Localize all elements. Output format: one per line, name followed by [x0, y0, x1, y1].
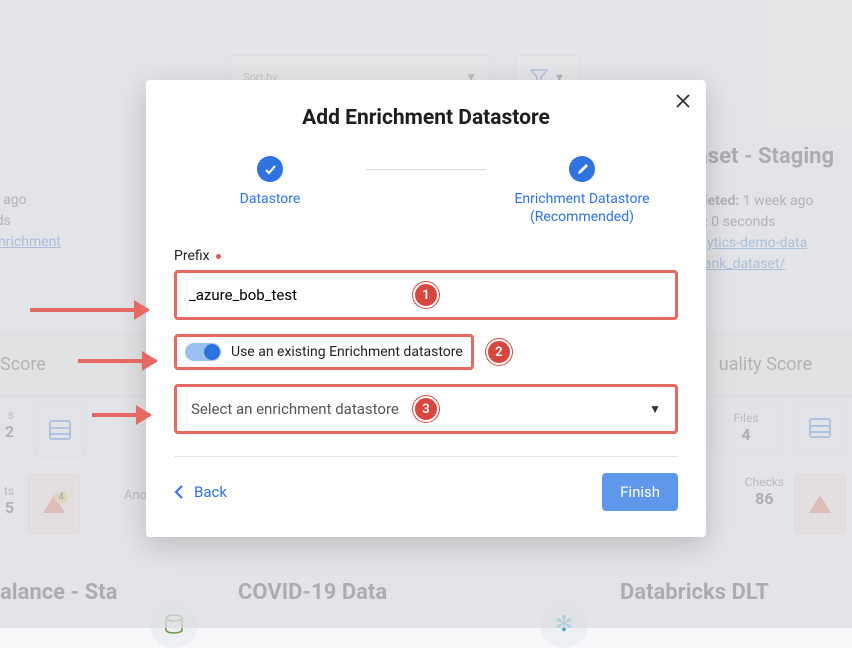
- modal-footer: Back Finish: [174, 473, 678, 511]
- check-icon: [257, 156, 283, 182]
- add-enrichment-datastore-modal: Add Enrichment Datastore Datastore Enric…: [146, 80, 706, 537]
- toggle-label: Use an existing Enrichment datastore: [231, 344, 463, 360]
- prefix-label: Prefix: [174, 248, 678, 264]
- existing-enrichment-toggle[interactable]: [185, 343, 221, 361]
- select-highlight: Select an enrichment datastore ▼ 3: [174, 384, 678, 434]
- annotation-arrow: [78, 359, 156, 363]
- back-button[interactable]: Back: [174, 483, 227, 501]
- step-connector: [366, 169, 486, 170]
- step-datastore[interactable]: Datastore: [174, 156, 366, 208]
- annotation-badge: 1: [413, 282, 439, 308]
- close-button[interactable]: [676, 92, 690, 113]
- divider: [174, 456, 678, 457]
- prefix-field-highlight: 1: [174, 270, 678, 320]
- toggle-knob: [204, 344, 220, 360]
- annotation-badge: 3: [413, 396, 439, 422]
- modal-title: Add Enrichment Datastore: [174, 106, 678, 130]
- annotation-arrow: [92, 413, 150, 417]
- annotation-badge: 2: [486, 339, 512, 365]
- required-indicator: [216, 254, 221, 259]
- step-enrichment-datastore[interactable]: Enrichment Datastore (Recommended): [486, 156, 678, 226]
- close-icon: [676, 94, 690, 108]
- select-placeholder: Select an enrichment datastore: [191, 400, 399, 418]
- annotation-arrow: [30, 308, 148, 312]
- chevron-down-icon: ▼: [649, 402, 661, 416]
- edit-icon: [569, 156, 595, 182]
- finish-button[interactable]: Finish: [602, 473, 678, 511]
- chevron-left-icon: [174, 485, 184, 499]
- stepper: Datastore Enrichment Datastore (Recommen…: [174, 156, 678, 226]
- toggle-highlight: Use an existing Enrichment datastore: [174, 334, 474, 370]
